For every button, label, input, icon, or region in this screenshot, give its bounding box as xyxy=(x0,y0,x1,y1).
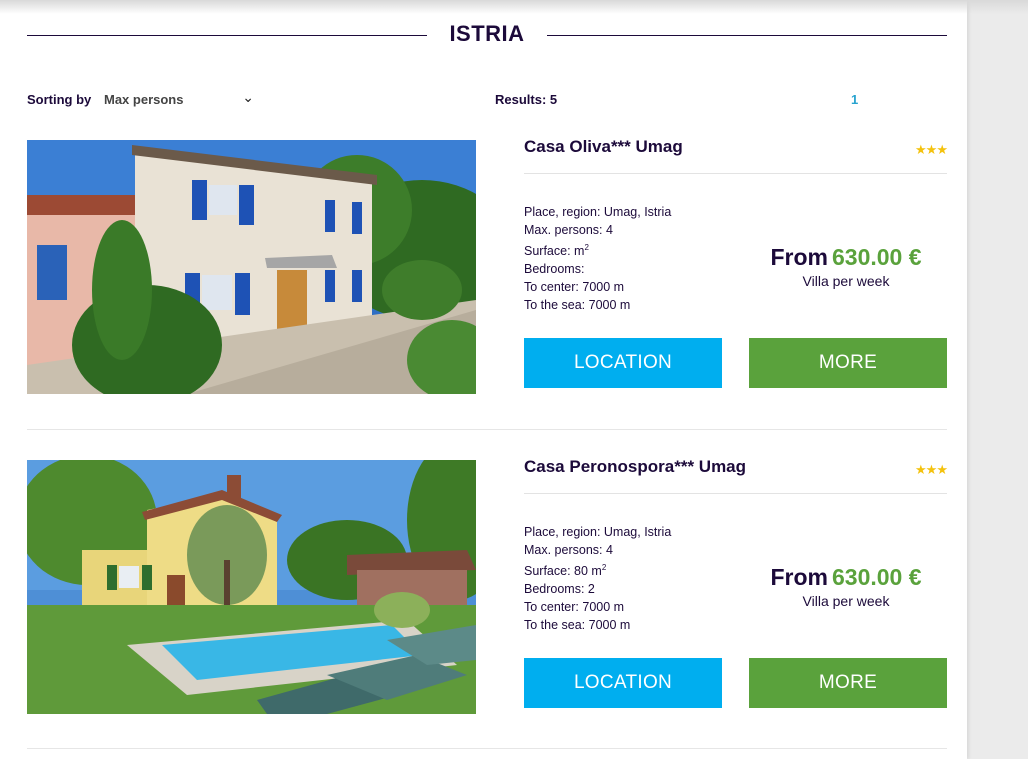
price-amount: 630.00 € xyxy=(831,564,922,590)
more-button[interactable]: MORE xyxy=(749,658,947,708)
listing-info: Casa Peronospora*** Umag ★★★ Place, regi… xyxy=(524,457,948,714)
surface-unit-exponent: 2 xyxy=(584,243,589,252)
header-rule-right xyxy=(547,35,947,36)
pool-house-photo xyxy=(27,460,476,714)
listing-divider xyxy=(27,748,947,749)
detail-place: Place, region: Umag, Istria xyxy=(524,205,672,219)
price-note: Villa per week xyxy=(802,273,890,289)
page-container: ISTRIA Sorting by Max persons ⌄ Results:… xyxy=(0,0,967,759)
detail-surface: Surface: m2 xyxy=(524,239,671,260)
listing-toolbar: Sorting by Max persons ⌄ Results: 5 1 xyxy=(27,89,947,110)
detail-bedrooms: Bedrooms: 2 xyxy=(524,582,595,597)
price-block: From 630.00 € Villa per week xyxy=(746,564,946,609)
detail-to-sea: To the sea: 7000 m xyxy=(524,618,631,633)
more-button[interactable]: MORE xyxy=(749,338,947,388)
star-rating-icon: ★★★ xyxy=(915,462,948,477)
listing-card: Casa Oliva*** Umag ★★★ Place, region: Um… xyxy=(27,137,948,395)
detail-to-sea: To the sea: 7000 m xyxy=(524,298,631,313)
divider xyxy=(524,493,947,494)
chevron-down-icon: ⌄ xyxy=(242,89,254,105)
page-header: ISTRIA xyxy=(27,18,947,52)
pagination-page-link[interactable]: 1 xyxy=(851,92,858,107)
detail-surface: Surface: 80 m2 xyxy=(524,559,671,580)
listing-title[interactable]: Casa Peronospora*** Umag xyxy=(524,457,746,477)
stone-house-photo xyxy=(27,140,476,394)
sort-select[interactable]: Max persons ⌄ xyxy=(104,89,254,110)
header-rule-left xyxy=(27,35,427,36)
listing-title[interactable]: Casa Oliva*** Umag xyxy=(524,137,683,157)
location-button[interactable]: LOCATION xyxy=(524,658,722,708)
price-amount: 630.00 € xyxy=(831,244,922,270)
listing-photo[interactable] xyxy=(27,140,476,394)
star-rating-icon: ★★★ xyxy=(915,142,948,157)
detail-place: Place, region: Umag, Istria xyxy=(524,525,672,539)
listing-photo[interactable] xyxy=(27,460,476,714)
results-count: Results: 5 xyxy=(495,92,558,107)
listing-info: Casa Oliva*** Umag ★★★ Place, region: Um… xyxy=(524,137,948,394)
price-note: Villa per week xyxy=(802,593,890,609)
detail-to-center: To center: 7000 m xyxy=(524,280,625,295)
listing-card: Casa Peronospora*** Umag ★★★ Place, regi… xyxy=(27,457,948,715)
listing-divider xyxy=(27,429,947,430)
detail-max-persons: Max. persons: 4 xyxy=(524,543,613,557)
listing-details: Place, region: Umag, Istria Max. persons… xyxy=(524,523,671,634)
surface-text: Surface: m xyxy=(524,244,585,259)
page-title: ISTRIA xyxy=(449,21,525,46)
price-block: From 630.00 € Villa per week xyxy=(746,244,946,289)
price-from-label: From xyxy=(770,244,828,270)
detail-bedrooms: Bedrooms: xyxy=(524,262,585,277)
price-from-label: From xyxy=(770,564,828,590)
detail-to-center: To center: 7000 m xyxy=(524,600,625,615)
surface-text: Surface: 80 m xyxy=(524,564,602,579)
location-button[interactable]: LOCATION xyxy=(524,338,722,388)
sort-label: Sorting by xyxy=(27,92,92,107)
listing-details: Place, region: Umag, Istria Max. persons… xyxy=(524,203,671,314)
detail-max-persons: Max. persons: 4 xyxy=(524,223,613,237)
surface-unit-exponent: 2 xyxy=(601,563,607,572)
sort-selected-value: Max persons xyxy=(104,92,184,107)
divider xyxy=(524,173,947,174)
